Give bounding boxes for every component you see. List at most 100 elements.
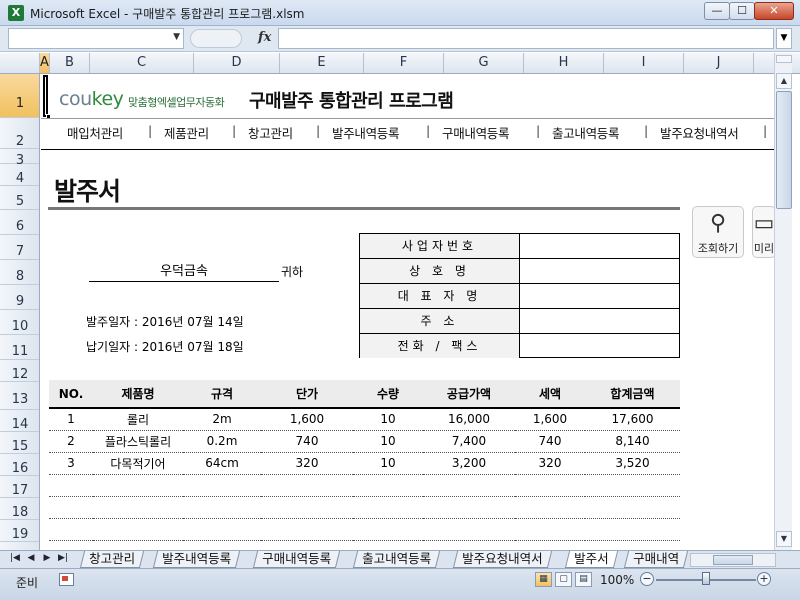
table-cell[interactable]: [515, 474, 585, 497]
table-cell[interactable]: 320: [261, 452, 353, 475]
column-header-d[interactable]: D: [194, 53, 280, 73]
table-cell[interactable]: [515, 496, 585, 519]
select-all-corner[interactable]: [0, 53, 40, 73]
page-layout-view-icon[interactable]: ▢: [555, 572, 572, 587]
table-cell[interactable]: [49, 518, 93, 541]
delivery-date[interactable]: 납기일자 : 2016년 07월 18일: [86, 338, 244, 355]
table-cell[interactable]: 320: [515, 452, 585, 475]
column-header-j[interactable]: J: [684, 53, 754, 73]
excel-app-icon[interactable]: X: [8, 5, 24, 21]
table-cell[interactable]: 3: [49, 452, 93, 475]
menu-item-6[interactable]: 출고내역등록: [552, 123, 620, 142]
split-handle[interactable]: [776, 55, 792, 63]
table-cell[interactable]: 740: [261, 430, 353, 453]
table-cell[interactable]: [585, 496, 680, 519]
table-cell[interactable]: [423, 474, 515, 497]
table-cell[interactable]: 8,140: [585, 430, 680, 453]
column-header-e[interactable]: E: [280, 53, 364, 73]
zoom-in-icon[interactable]: +: [757, 572, 771, 586]
row-header-15[interactable]: 15: [0, 432, 39, 454]
table-cell[interactable]: [353, 496, 423, 519]
row-header-13[interactable]: 13: [0, 382, 39, 410]
zoom-out-icon[interactable]: −: [640, 572, 654, 586]
table-cell[interactable]: 0.2m: [183, 430, 261, 453]
row-header-19[interactable]: 19: [0, 520, 39, 542]
order-date[interactable]: 발주일자 : 2016년 07월 14일: [86, 313, 244, 330]
expand-formula-bar-icon[interactable]: ▼: [776, 28, 792, 49]
row-header-4[interactable]: 4: [0, 164, 39, 186]
column-header-h[interactable]: H: [524, 53, 604, 73]
table-cell[interactable]: [93, 474, 183, 497]
chevron-down-icon[interactable]: ▼: [173, 32, 180, 42]
table-cell[interactable]: 16,000: [423, 408, 515, 431]
table-cell[interactable]: 10: [353, 452, 423, 475]
search-button[interactable]: ⚲ 조회하기: [692, 206, 744, 258]
table-cell[interactable]: [423, 518, 515, 541]
next-sheet-icon[interactable]: ▶: [40, 553, 54, 563]
vendor-field-value[interactable]: [520, 334, 679, 358]
sheet-tab[interactable]: 구매내역: [623, 551, 689, 568]
vertical-scroll-thumb[interactable]: [776, 91, 792, 209]
table-cell[interactable]: 플라스틱롤리: [93, 430, 183, 453]
table-cell[interactable]: [183, 518, 261, 541]
row-header-5[interactable]: 5: [0, 186, 39, 210]
table-cell[interactable]: 1,600: [515, 408, 585, 431]
name-box[interactable]: ▼: [8, 28, 184, 49]
sheet-tab[interactable]: 발주요청내역서: [452, 551, 552, 568]
table-cell[interactable]: 10: [353, 430, 423, 453]
column-header-a[interactable]: A: [40, 53, 50, 73]
row-header-16[interactable]: 16: [0, 454, 39, 476]
row-header-18[interactable]: 18: [0, 498, 39, 520]
menu-item-2[interactable]: 제품관리: [164, 123, 209, 142]
table-cell[interactable]: 1,600: [261, 408, 353, 431]
table-cell[interactable]: [261, 474, 353, 497]
table-cell[interactable]: 740: [515, 430, 585, 453]
table-cell[interactable]: 7,400: [423, 430, 515, 453]
preview-button[interactable]: ▭ 미리: [752, 206, 776, 258]
formula-input[interactable]: [278, 28, 774, 49]
row-header-6[interactable]: 6: [0, 210, 39, 235]
menu-item-7[interactable]: 발주요청내역서: [660, 123, 739, 142]
sheet-tab[interactable]: 출고내역등록: [352, 551, 441, 568]
zoom-slider-thumb[interactable]: [702, 572, 710, 585]
vendor-field-value[interactable]: [520, 309, 679, 333]
table-cell[interactable]: [261, 518, 353, 541]
table-cell[interactable]: 64cm: [183, 452, 261, 475]
row-header-12[interactable]: 12: [0, 360, 39, 382]
row-header-2[interactable]: 2: [0, 118, 39, 149]
insert-function-icon[interactable]: fx: [258, 30, 271, 45]
recipient-name[interactable]: 우덕금속: [89, 260, 279, 282]
vendor-field-value[interactable]: [520, 234, 679, 258]
row-header-14[interactable]: 14: [0, 410, 39, 432]
prev-sheet-icon[interactable]: ◀: [24, 553, 38, 563]
table-cell[interactable]: [93, 518, 183, 541]
menu-item-4[interactable]: 발주내역등록: [332, 123, 400, 142]
vendor-field-value[interactable]: [520, 259, 679, 283]
maximize-button[interactable]: ☐: [729, 2, 755, 20]
last-sheet-icon[interactable]: ▶|: [56, 553, 70, 563]
table-cell[interactable]: [353, 474, 423, 497]
scroll-up-icon[interactable]: ▲: [776, 73, 792, 89]
sheet-tab[interactable]: 발주서: [564, 551, 618, 568]
row-header-7[interactable]: 7: [0, 235, 39, 260]
table-cell[interactable]: [261, 496, 353, 519]
table-cell[interactable]: [515, 518, 585, 541]
table-cell[interactable]: 다목적기어: [93, 452, 183, 475]
horizontal-scroll-thumb[interactable]: [713, 555, 753, 565]
table-cell[interactable]: 롤리: [93, 408, 183, 431]
scroll-down-icon[interactable]: ▼: [776, 531, 792, 547]
table-cell[interactable]: [585, 474, 680, 497]
row-header-3[interactable]: 3: [0, 149, 39, 168]
menu-item-3[interactable]: 창고관리: [248, 123, 293, 142]
table-cell[interactable]: 10: [353, 408, 423, 431]
table-cell[interactable]: 3,520: [585, 452, 680, 475]
minimize-button[interactable]: —: [704, 2, 730, 20]
table-cell[interactable]: [423, 496, 515, 519]
table-cell[interactable]: [585, 518, 680, 541]
column-header-b[interactable]: B: [50, 53, 90, 73]
table-cell[interactable]: [353, 518, 423, 541]
row-header-9[interactable]: 9: [0, 285, 39, 310]
first-sheet-icon[interactable]: |◀: [8, 553, 22, 563]
row-header-17[interactable]: 17: [0, 476, 39, 498]
worksheet[interactable]: coukey 맞춤형엑셀업무자동화 구매발주 통합관리 프로그램 매입처관리 | 제…: [41, 74, 774, 550]
